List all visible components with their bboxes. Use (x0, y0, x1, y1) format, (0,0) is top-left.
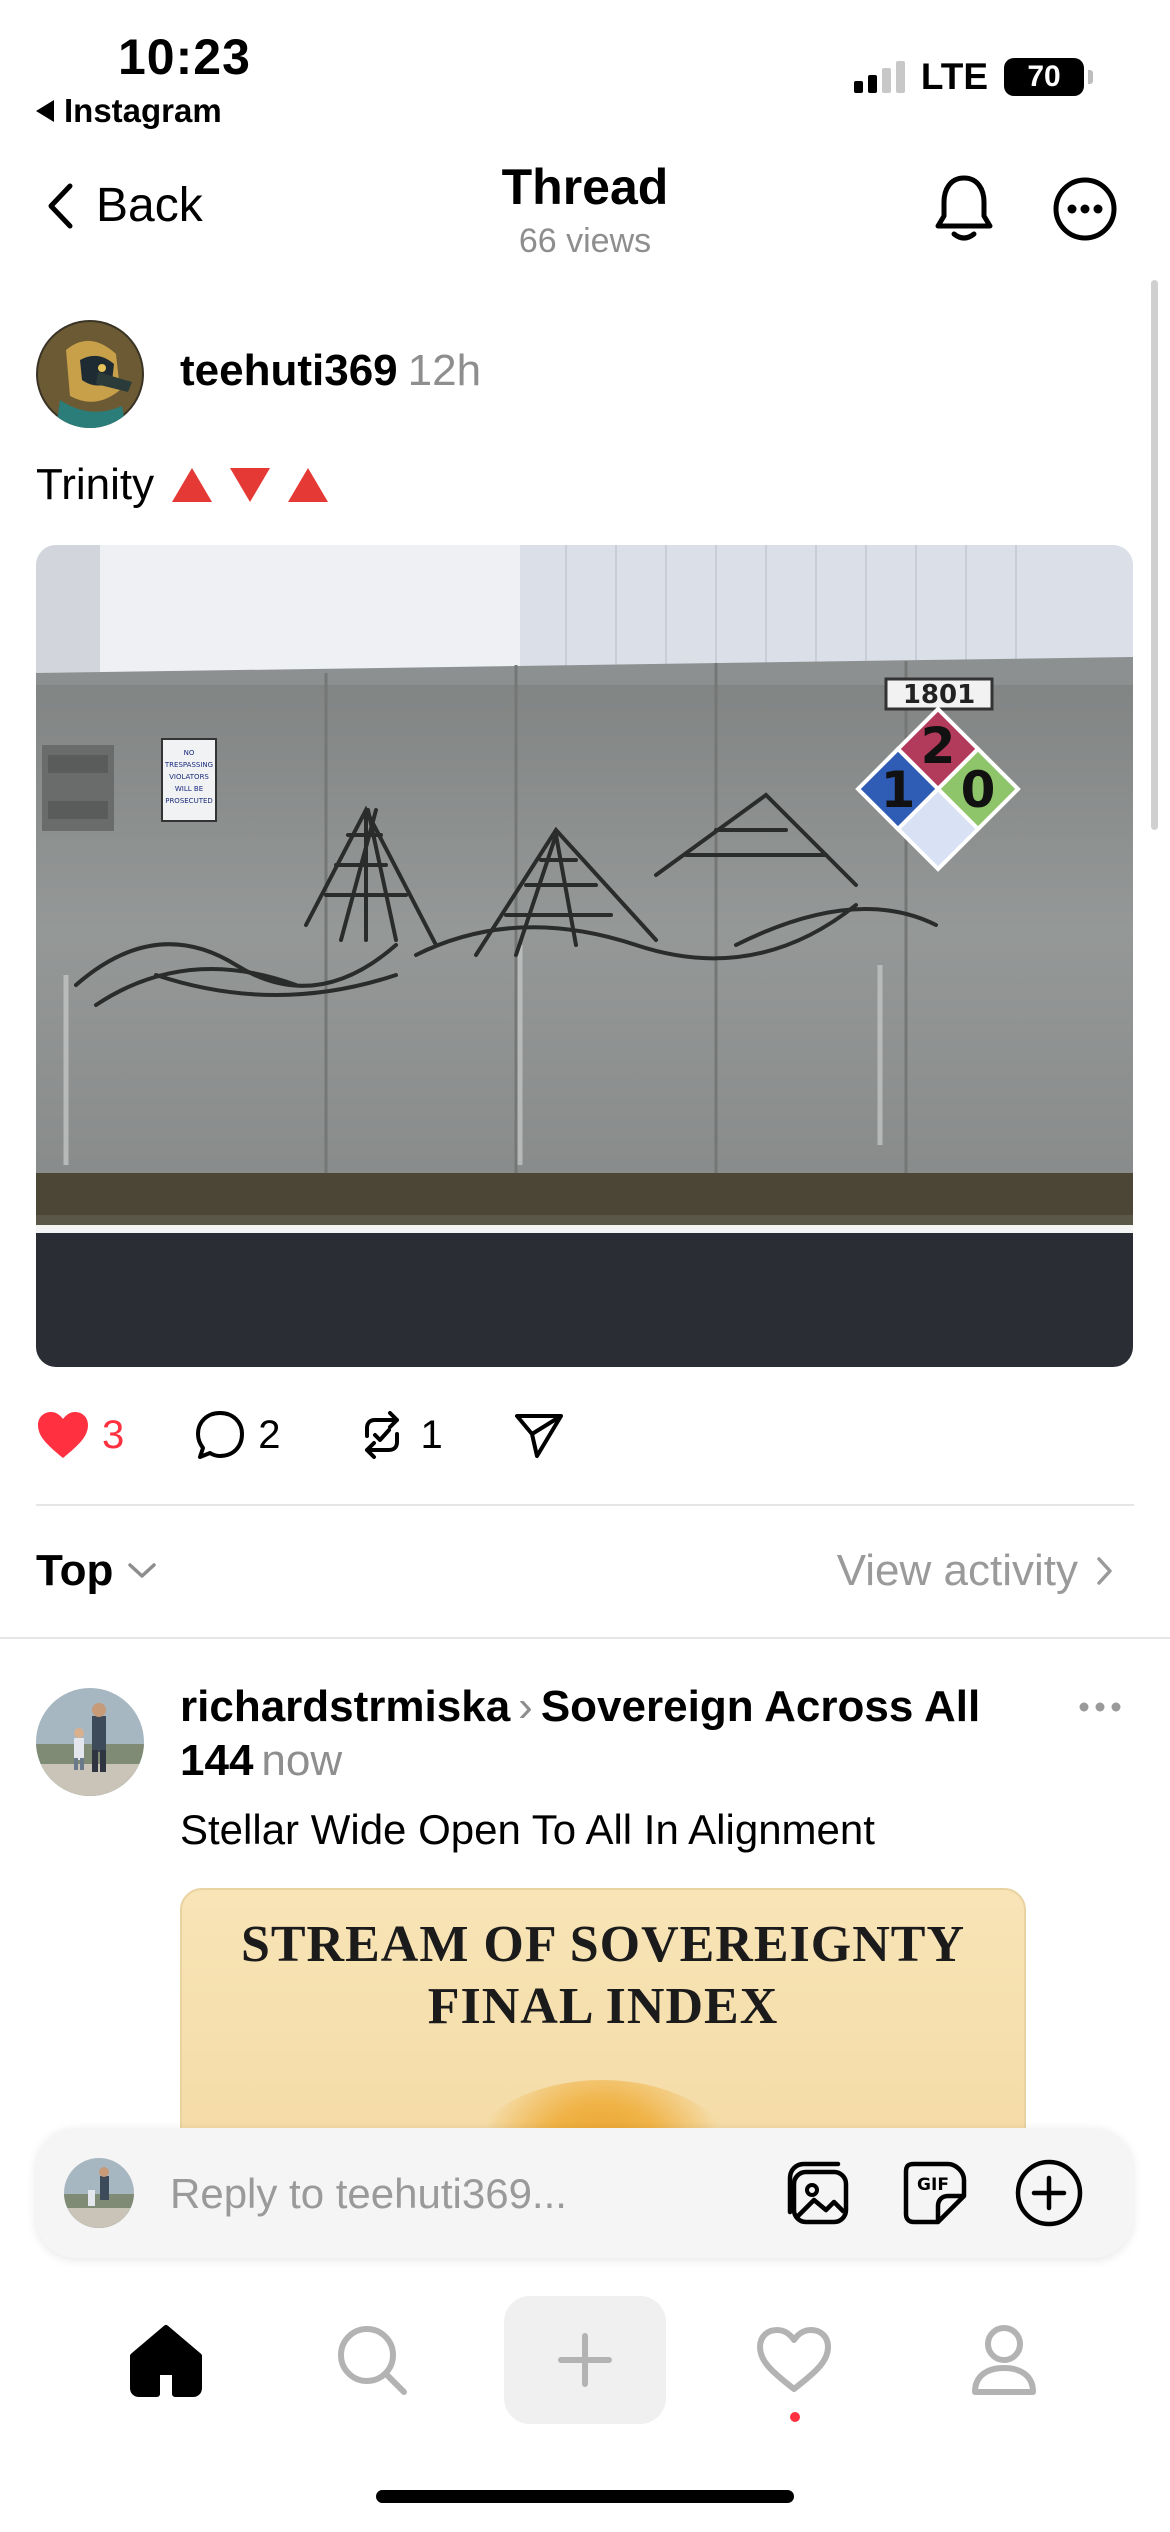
post-image[interactable]: NO TRESPASSING VIOLATORS WILL BE PROSECUTED… (36, 545, 1133, 1367)
composer-avatar-image (64, 2158, 134, 2228)
reply-time: now (261, 1736, 343, 1785)
card-title-line2: FINAL INDEX (427, 1978, 779, 2035)
hazard-right-value: 0 (961, 761, 996, 819)
tab-home[interactable] (106, 2300, 226, 2420)
like-count: 3 (102, 1412, 125, 1457)
tab-activity[interactable] (734, 2300, 854, 2420)
reply-avatar[interactable] (36, 1688, 144, 1796)
card-title: STREAM OF SOVEREIGNTY FINAL INDEX (182, 1914, 1024, 2038)
notification-dot (790, 2412, 800, 2422)
home-icon (130, 2325, 202, 2397)
reply-input[interactable]: Reply to teehuti369... (170, 2170, 567, 2218)
divider (36, 1504, 1134, 1506)
back-triangle-icon (36, 100, 54, 122)
battery-icon: 70 (1004, 58, 1093, 96)
tab-create[interactable] (504, 2296, 666, 2424)
post-actions: 3 2 1 (36, 1405, 565, 1465)
gallery-icon[interactable] (784, 2156, 858, 2230)
composer-avatar (64, 2158, 134, 2228)
gif-button[interactable]: GIF (898, 2156, 972, 2230)
svg-text:NO: NO (184, 749, 195, 757)
home-indicator[interactable] (376, 2490, 794, 2503)
post-text: Trinity (36, 460, 155, 509)
post-time: 12h (407, 346, 482, 395)
post-body: Trinity (36, 460, 329, 510)
avatar-image (36, 320, 144, 428)
svg-text:VIOLATORS: VIOLATORS (169, 773, 209, 781)
tab-profile[interactable] (944, 2300, 1064, 2420)
reply-text: Stellar Wide Open To All In Alignment (180, 1806, 875, 1853)
send-icon (514, 1414, 563, 1458)
red-triangle-up-icon (288, 468, 329, 502)
like-button[interactable]: 3 (36, 1410, 124, 1460)
post-username[interactable]: teehuti369 (180, 346, 398, 395)
gif-sticker-icon: GIF (903, 2161, 967, 2225)
post-author[interactable]: teehuti369 12h (180, 346, 481, 396)
heart-filled-icon (38, 1412, 88, 1458)
red-triangle-up-icon (172, 468, 213, 502)
divider (0, 1637, 1170, 1639)
more-options-icon[interactable] (1052, 176, 1118, 242)
hazard-top-value: 2 (921, 717, 956, 775)
sort-label: Top (36, 1546, 114, 1595)
svg-text:WILL BE: WILL BE (175, 785, 203, 793)
red-triangle-down-icon (230, 468, 271, 502)
reply-image-card[interactable]: STREAM OF SOVEREIGNTY FINAL INDEX (180, 1888, 1026, 2158)
svg-text:TRESPASSING: TRESPASSING (164, 761, 213, 769)
sort-dropdown[interactable]: Top (36, 1546, 157, 1596)
reply-button[interactable]: 2 (194, 1409, 281, 1461)
repost-count: 1 (420, 1412, 443, 1457)
repost-button[interactable]: 1 (355, 1408, 443, 1462)
create-icon (558, 2333, 612, 2387)
reply-count: 2 (258, 1412, 281, 1457)
post-photo: NO TRESPASSING VIOLATORS WILL BE PROSECUTED… (36, 545, 1133, 1367)
back-app-label: Instagram (64, 92, 222, 129)
scrollbar[interactable] (1151, 280, 1158, 830)
chevron-right-icon (1097, 1557, 1112, 1585)
status-time: 10:23 (118, 29, 251, 85)
search-icon (338, 2326, 407, 2395)
share-button[interactable] (513, 1410, 565, 1460)
chevron-down-icon (128, 1563, 157, 1578)
chevron-right-icon: › (518, 1682, 533, 1731)
reply-avatar-image (36, 1688, 144, 1796)
bell-icon[interactable] (932, 172, 996, 244)
gif-label: GIF (917, 2175, 949, 2195)
hazard-left-value: 1 (881, 761, 916, 819)
profile-icon (972, 2325, 1036, 2395)
more-horizontal-icon[interactable] (1076, 1692, 1124, 1722)
reply-composer[interactable]: Reply to teehuti369... GIF (36, 2128, 1133, 2258)
view-activity-link[interactable]: View activity (837, 1546, 1114, 1596)
card-title-line1: STREAM OF SOVEREIGNTY (240, 1916, 966, 1973)
avatar[interactable] (36, 320, 144, 428)
svg-text:PROSECUTED: PROSECUTED (165, 797, 213, 805)
network-label: LTE (920, 56, 988, 97)
add-circle-icon[interactable] (1012, 2156, 1086, 2230)
comment-icon (196, 1411, 245, 1459)
battery-level: 70 (1027, 60, 1061, 93)
building-number: 1801 (903, 680, 975, 710)
view-activity-label: View activity (836, 1546, 1078, 1595)
repost-icon (364, 1411, 399, 1459)
cell-signal-icon (853, 61, 905, 93)
status-indicators: LTE 70 (853, 56, 1093, 98)
back-to-app-link[interactable]: Instagram (36, 92, 222, 130)
tab-search[interactable] (312, 2300, 432, 2420)
reply-username[interactable]: richardstrmiska (180, 1682, 510, 1731)
activity-icon (757, 2327, 831, 2392)
reply-header: richardstrmiska › Sovereign Across All 144… (180, 1680, 1040, 1788)
